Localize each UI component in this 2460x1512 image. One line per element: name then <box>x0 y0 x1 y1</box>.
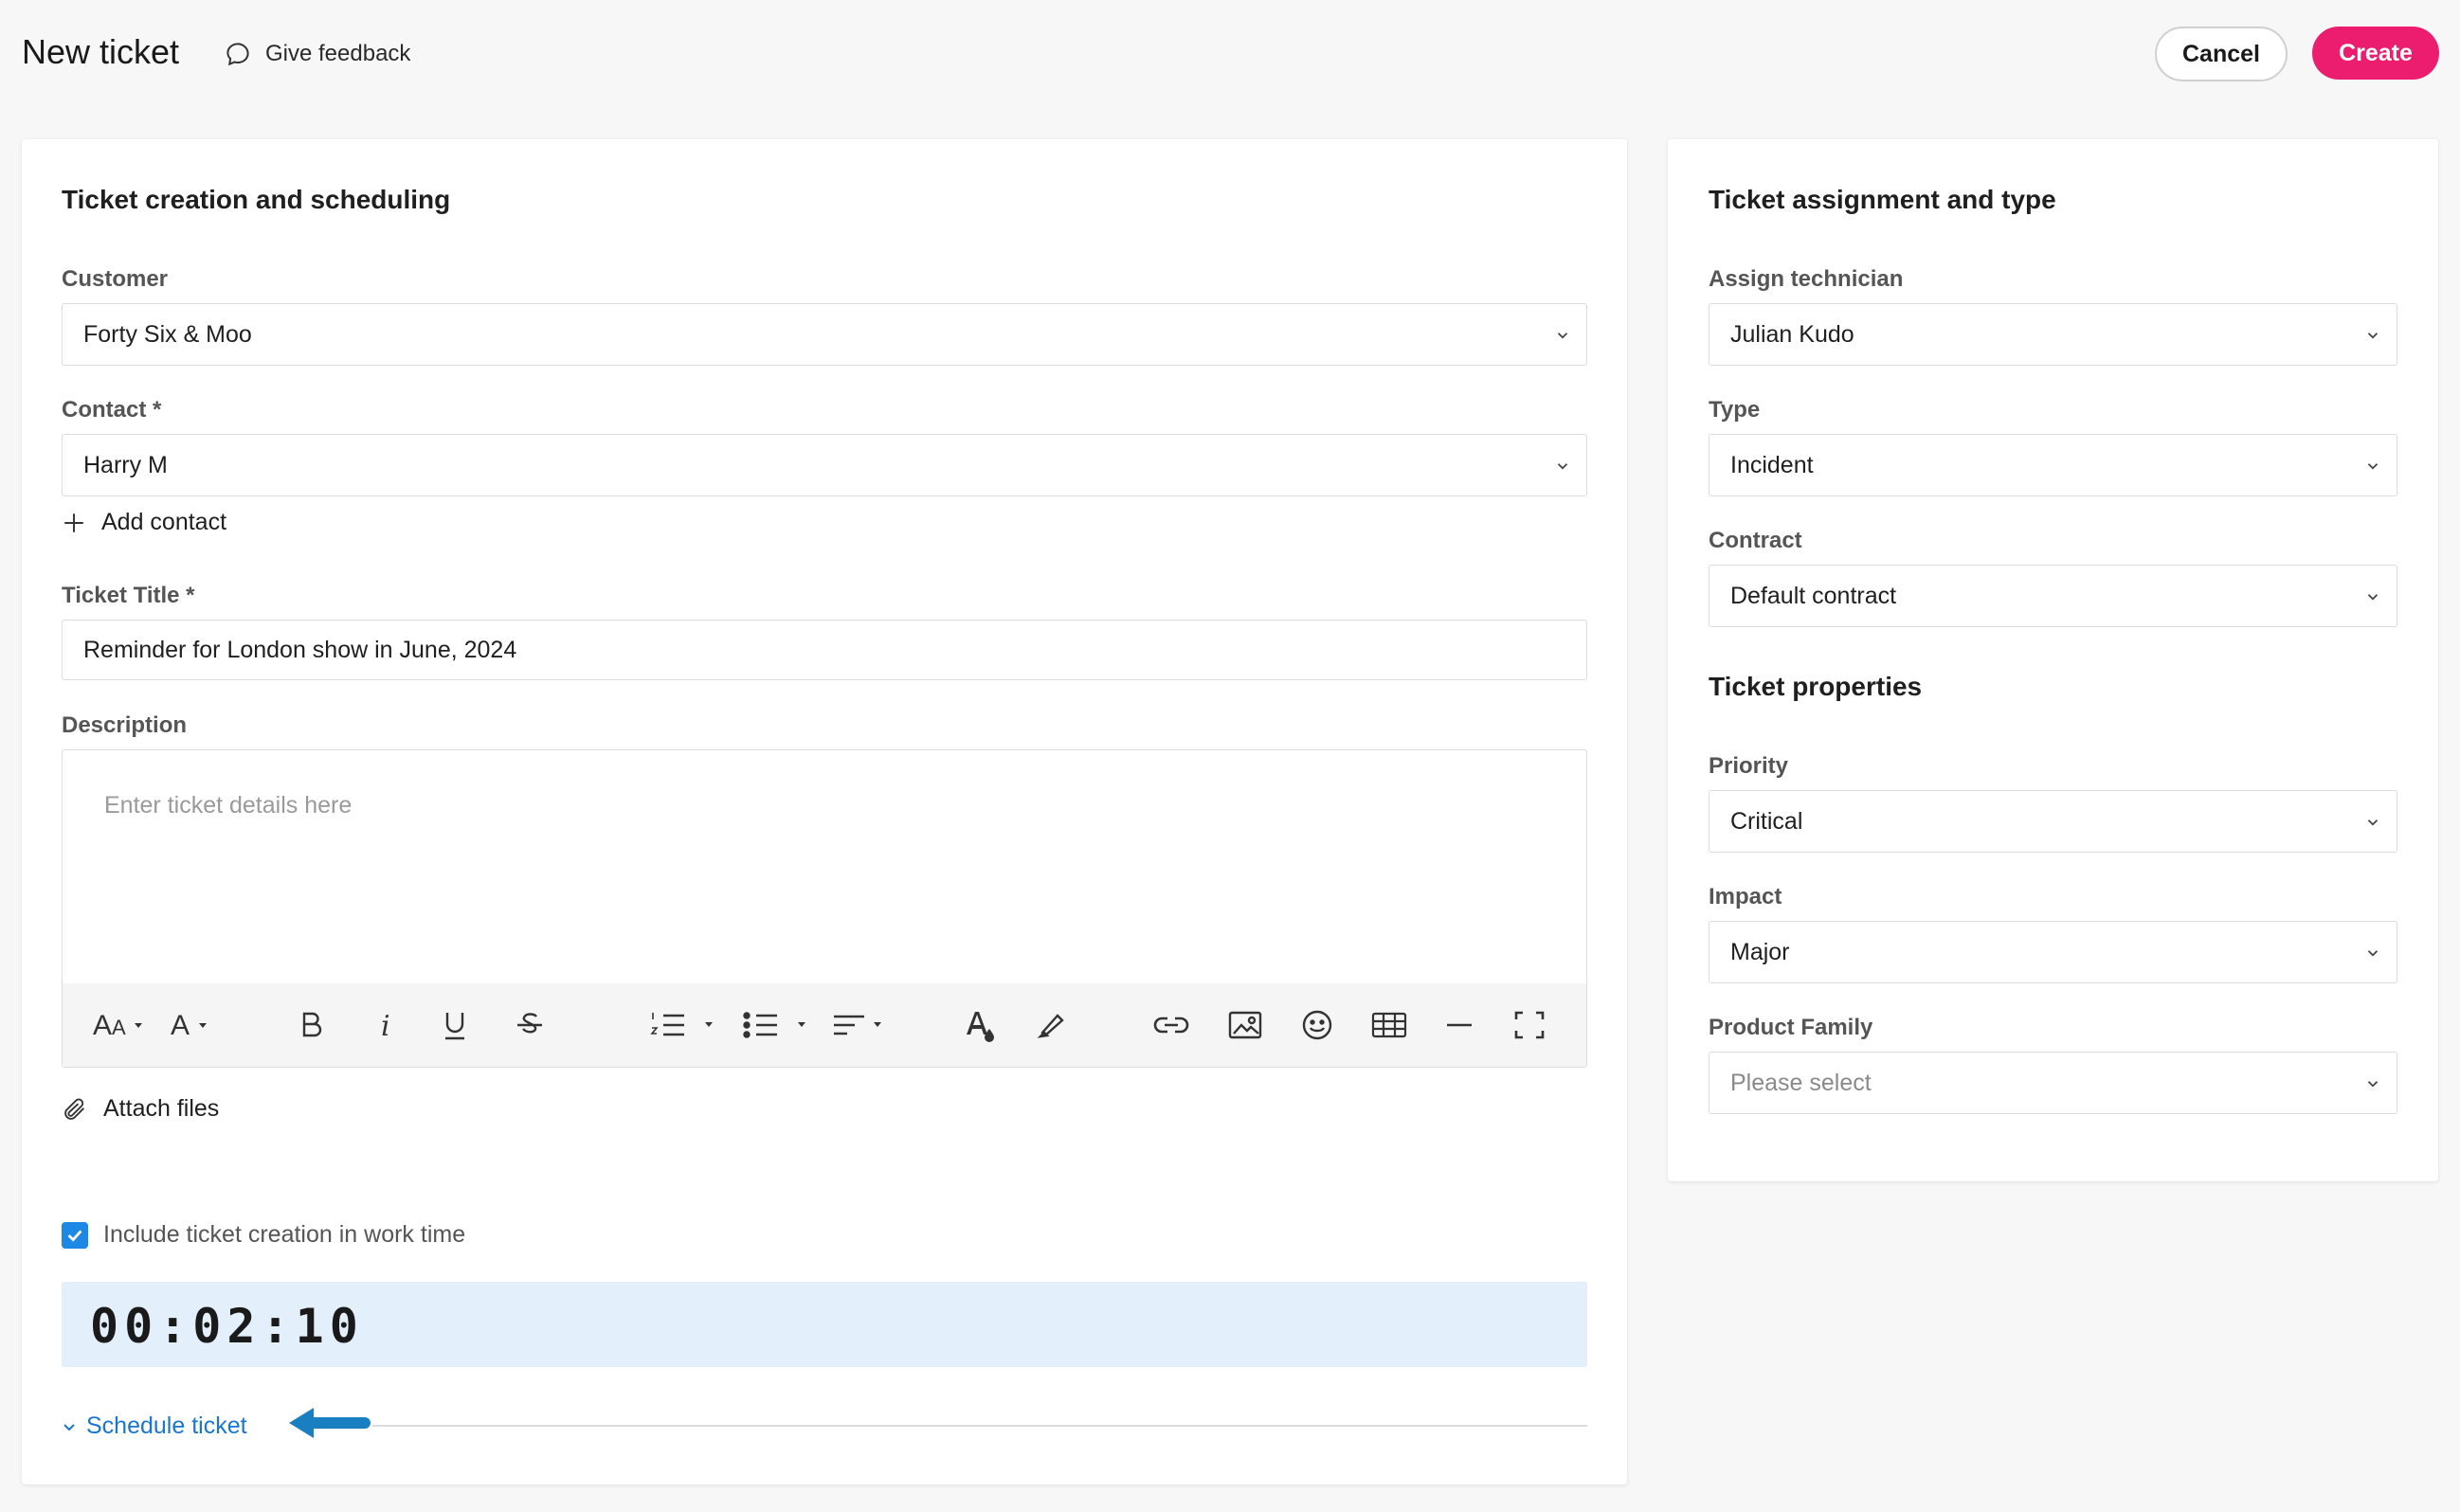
section-title-creation: Ticket creation and scheduling <box>62 185 451 214</box>
priority-select[interactable]: Critical <box>1709 790 2397 853</box>
add-contact-button[interactable]: Add contact <box>62 509 226 536</box>
schedule-ticket-toggle[interactable]: Schedule ticket <box>62 1413 247 1440</box>
image-icon[interactable] <box>1226 1006 1264 1044</box>
contact-value: Harry M <box>83 451 168 478</box>
svg-text:A: A <box>93 1010 112 1041</box>
contact-select[interactable]: Harry M <box>62 434 1587 496</box>
chevron-down-icon <box>2367 463 2379 470</box>
description-placeholder: Enter ticket details here <box>104 792 353 819</box>
chevron-down-icon <box>2367 594 2379 601</box>
speech-bubble-icon <box>226 43 249 66</box>
contract-value: Default contract <box>1730 582 1897 609</box>
description-editor[interactable]: Enter ticket details here AA A i <box>62 749 1587 1068</box>
description-label: Description <box>62 712 188 738</box>
priority-label: Priority <box>1709 753 1789 779</box>
include-work-time-row: Include ticket creation in work time <box>62 1221 465 1249</box>
section-title-assignment: Ticket assignment and type <box>1709 185 2056 214</box>
chevron-down-icon <box>2367 950 2379 957</box>
bold-icon[interactable] <box>296 1006 326 1044</box>
contract-label: Contract <box>1709 528 1802 553</box>
editor-toolbar: AA A i <box>63 983 1586 1067</box>
svg-text:i: i <box>381 1010 390 1043</box>
chevron-down-icon <box>63 1423 75 1431</box>
text-color-icon[interactable] <box>963 1006 997 1044</box>
table-icon[interactable] <box>1370 1006 1408 1044</box>
link-icon[interactable] <box>1152 1006 1190 1044</box>
underline-icon[interactable] <box>440 1006 470 1044</box>
ticket-title-label: Ticket Title * <box>62 583 195 608</box>
technician-select[interactable]: Julian Kudo <box>1709 303 2397 366</box>
customer-select[interactable]: Forty Six & Moo <box>62 303 1587 366</box>
impact-select[interactable]: Major <box>1709 921 2397 983</box>
italic-icon[interactable]: i <box>371 1006 402 1044</box>
svg-text:A: A <box>112 1016 126 1039</box>
impact-value: Major <box>1730 938 1790 965</box>
create-button[interactable]: Create <box>2312 27 2439 80</box>
ticket-creation-card: Ticket creation and scheduling Customer … <box>22 139 1627 1485</box>
font-size-icon[interactable]: AA <box>93 1006 150 1044</box>
ordered-list-icon[interactable] <box>650 1006 718 1044</box>
include-work-time-label: Include ticket creation in work time <box>103 1221 466 1248</box>
give-feedback-link[interactable]: Give feedback <box>224 40 410 68</box>
svg-text:A: A <box>171 1010 190 1041</box>
include-work-time-checkbox[interactable] <box>62 1221 88 1249</box>
product-family-label: Product Family <box>1709 1015 1873 1040</box>
type-select[interactable]: Incident <box>1709 434 2397 496</box>
chevron-down-icon <box>2367 819 2379 826</box>
cancel-button[interactable]: Cancel <box>2155 27 2288 81</box>
ticket-title-input[interactable]: Reminder for London show in June, 2024 <box>62 620 1587 680</box>
highlight-icon[interactable] <box>1035 1006 1069 1044</box>
customer-value: Forty Six & Moo <box>83 320 252 348</box>
paperclip-icon <box>64 1098 84 1120</box>
pointer-arrow-icon <box>289 1408 371 1438</box>
strikethrough-icon[interactable] <box>514 1006 546 1044</box>
schedule-divider <box>372 1425 1587 1427</box>
attach-files-label: Attach files <box>103 1095 220 1122</box>
give-feedback-label: Give feedback <box>265 41 411 66</box>
ticket-title-value: Reminder for London show in June, 2024 <box>83 636 517 663</box>
ticket-assignment-card: Ticket assignment and type Assign techni… <box>1668 139 2438 1181</box>
priority-value: Critical <box>1730 807 1803 835</box>
font-family-icon[interactable]: A <box>171 1006 216 1044</box>
customer-label: Customer <box>62 266 169 292</box>
fullscreen-icon[interactable] <box>1512 1006 1547 1044</box>
type-value: Incident <box>1730 451 1814 478</box>
chevron-down-icon <box>2367 1081 2379 1088</box>
schedule-ticket-label: Schedule ticket <box>86 1413 247 1439</box>
chevron-down-icon <box>1557 333 1568 339</box>
contact-label: Contact * <box>62 397 162 423</box>
section-title-properties: Ticket properties <box>1709 672 1923 701</box>
align-icon[interactable] <box>832 1006 889 1044</box>
plus-icon <box>64 513 83 532</box>
contract-select[interactable]: Default contract <box>1709 565 2397 627</box>
page-title: New ticket <box>22 32 180 71</box>
type-label: Type <box>1709 397 1761 423</box>
work-timer: 00:02:10 <box>62 1282 1587 1367</box>
technician-label: Assign technician <box>1709 266 1904 292</box>
checkmark-icon <box>67 1229 82 1242</box>
product-family-placeholder: Please select <box>1730 1069 1872 1096</box>
horizontal-rule-icon[interactable] <box>1444 1006 1474 1044</box>
product-family-select[interactable]: Please select <box>1709 1052 2397 1114</box>
timer-value: 00:02:10 <box>90 1299 364 1354</box>
impact-label: Impact <box>1709 884 1782 909</box>
add-contact-label: Add contact <box>101 509 227 535</box>
unordered-list-icon[interactable] <box>743 1006 811 1044</box>
emoji-icon[interactable] <box>1298 1006 1336 1044</box>
technician-value: Julian Kudo <box>1730 320 1854 348</box>
chevron-down-icon <box>1557 463 1568 470</box>
page-header: New ticket Give feedback Cancel Create <box>0 0 2460 110</box>
attach-files-button[interactable]: Attach files <box>62 1095 219 1123</box>
chevron-down-icon <box>2367 333 2379 339</box>
